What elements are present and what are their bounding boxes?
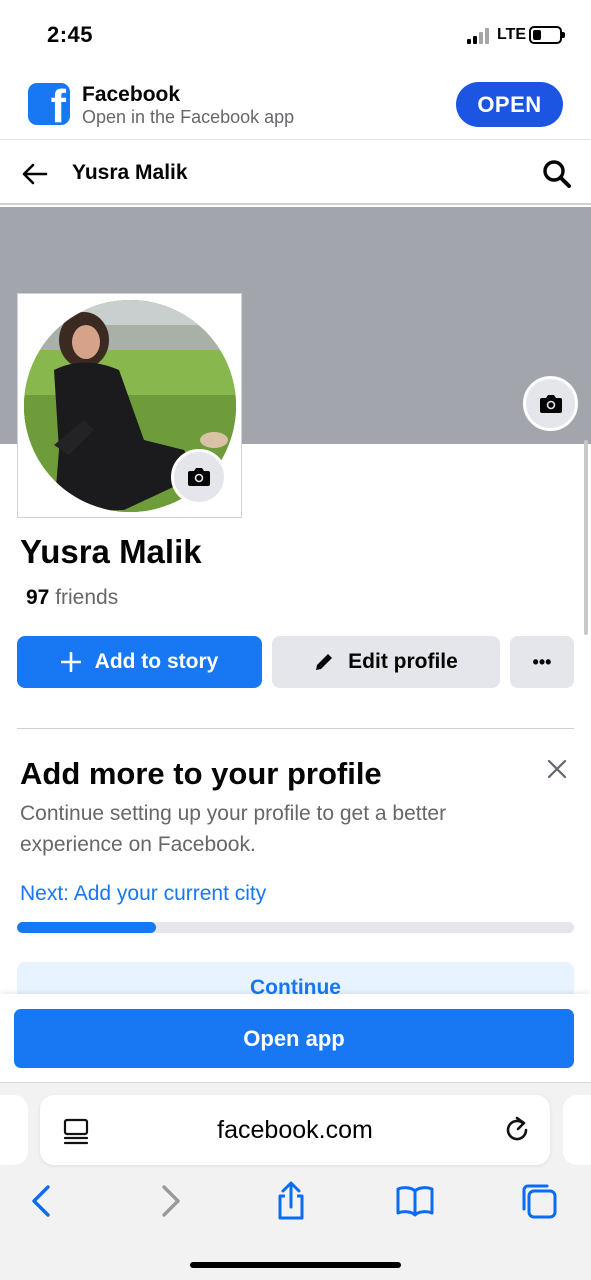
pencil-icon <box>314 652 334 672</box>
add-to-story-label: Add to story <box>94 650 219 673</box>
app-banner: f Facebook Open in the Facebook app OPEN <box>0 70 591 140</box>
friends-number: 97 <box>26 586 50 609</box>
profile-nav-bar: Yusra Malik <box>0 141 591 205</box>
friends-label: friends <box>49 586 119 609</box>
edit-profile-label: Edit profile <box>348 650 458 673</box>
progress-fill <box>17 922 157 933</box>
facebook-logo-icon: f <box>28 83 70 125</box>
camera-icon <box>539 394 562 413</box>
close-icon[interactable] <box>545 757 569 781</box>
url-text: facebook.com <box>217 1116 373 1144</box>
add-to-story-button[interactable]: Add to story <box>17 636 262 688</box>
back-arrow-icon[interactable] <box>20 159 50 189</box>
reload-icon[interactable] <box>502 1115 532 1145</box>
open-app-button[interactable]: Open app <box>14 1009 574 1068</box>
friends-count[interactable]: 97 friends <box>26 586 118 610</box>
section-divider <box>17 728 574 729</box>
battery-icon <box>529 26 565 44</box>
status-time: 2:45 <box>47 22 94 47</box>
search-icon[interactable] <box>541 158 573 190</box>
status-bar: 2:45 LTE <box>0 0 591 70</box>
home-indicator <box>190 1262 401 1268</box>
forward-chevron-icon[interactable] <box>150 1181 190 1221</box>
progress-bar <box>17 922 574 933</box>
network-label: LTE <box>497 26 527 43</box>
banner-subtitle: Open in the Facebook app <box>82 107 295 127</box>
next-step-link[interactable]: Next: Add your current city <box>20 882 266 906</box>
browser-toolbar: facebook.com <box>0 1082 591 1280</box>
open-app-bar: Open app <box>0 994 591 1082</box>
camera-icon <box>188 468 210 486</box>
share-icon[interactable] <box>271 1181 311 1221</box>
cover-camera-button[interactable] <box>523 376 578 431</box>
previous-tab-preview[interactable] <box>0 1095 28 1165</box>
back-chevron-icon[interactable] <box>22 1181 62 1221</box>
signal-icon <box>467 28 489 44</box>
nav-title: Yusra Malik <box>72 161 188 184</box>
plus-icon <box>60 652 81 672</box>
address-bar[interactable]: facebook.com <box>40 1095 550 1165</box>
scrollbar[interactable] <box>584 440 588 635</box>
avatar-camera-button[interactable] <box>171 449 227 505</box>
next-tab-preview[interactable] <box>563 1095 591 1165</box>
card-title: Add more to your profile <box>20 756 382 791</box>
open-button[interactable]: OPEN <box>456 82 563 127</box>
banner-title: Facebook <box>82 83 181 106</box>
card-description: Continue setting up your profile to get … <box>20 802 447 856</box>
profile-name: Yusra Malik <box>20 533 202 570</box>
bookmarks-icon[interactable] <box>395 1181 435 1221</box>
more-options-button[interactable]: ••• <box>510 636 574 688</box>
edit-profile-button[interactable]: Edit profile <box>272 636 500 688</box>
tabs-icon[interactable] <box>519 1181 559 1221</box>
